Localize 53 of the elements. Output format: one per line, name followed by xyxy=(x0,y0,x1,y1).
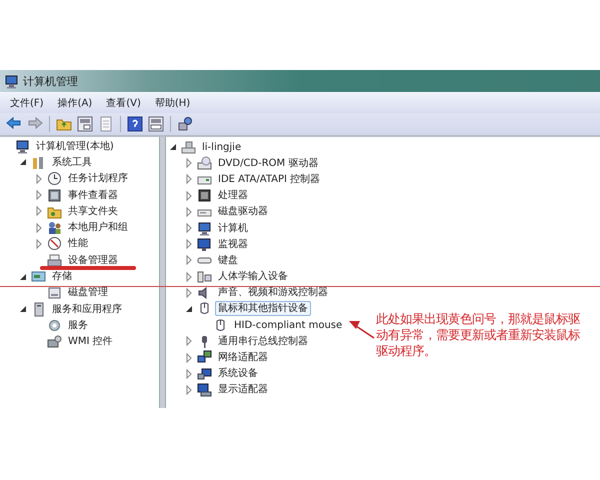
tree-item[interactable]: 键盘 xyxy=(215,252,241,268)
panel-icon[interactable] xyxy=(76,115,94,133)
monitor-icon xyxy=(197,236,212,252)
network-icon xyxy=(197,350,212,366)
tree-item[interactable]: 鼠标和其他指针设备 xyxy=(215,301,311,316)
storage-icon xyxy=(31,269,46,284)
menu-item[interactable]: 操作(A) xyxy=(58,96,92,110)
tree-item[interactable]: 处理器 xyxy=(215,188,251,204)
tree-item[interactable]: 磁盘驱动器 xyxy=(215,204,271,220)
tree-item[interactable]: 磁盘管理 xyxy=(65,285,111,300)
tree-item[interactable]: 性能 xyxy=(65,236,91,252)
tree-item[interactable]: 计算机管理(本地) xyxy=(33,138,117,154)
arrow xyxy=(347,318,375,340)
tree-item[interactable]: DVD/CD-ROM 驱动器 xyxy=(215,156,322,171)
help-icon[interactable] xyxy=(126,115,144,133)
tree-item[interactable]: 监视器 xyxy=(215,236,251,252)
menu-item[interactable]: 帮助(H) xyxy=(154,96,190,110)
tree-item[interactable]: 显示适配器 xyxy=(215,382,271,398)
system-icon xyxy=(197,366,212,382)
log-icon xyxy=(47,188,62,203)
chip-icon xyxy=(197,188,212,204)
menu-item[interactable]: 文件(F) xyxy=(10,96,44,110)
users-icon xyxy=(47,220,62,236)
input-device-icon xyxy=(197,269,212,284)
tree-item[interactable]: 声音、视频和游戏控制器 xyxy=(215,285,331,300)
tree-item[interactable]: li-lingjie xyxy=(199,140,244,155)
no-sign-icon xyxy=(47,236,62,252)
tree-item[interactable]: 计算机 xyxy=(215,220,251,236)
tree-item[interactable]: HID-compliant mouse xyxy=(231,318,346,333)
panel-icon[interactable] xyxy=(147,115,165,133)
tree-item[interactable]: 通用串行总线控制器 xyxy=(215,334,311,349)
tree-item[interactable]: IDE ATA/ATAPI 控制器 xyxy=(215,172,324,187)
tree-item[interactable]: 设备管理器 xyxy=(65,252,121,268)
tree-item[interactable]: 服务 xyxy=(65,318,91,333)
tree-item[interactable]: 存储 xyxy=(49,269,75,284)
tree-item[interactable]: 本地用户和组 xyxy=(65,220,131,236)
tree-item[interactable]: 任务计划程序 xyxy=(65,171,131,186)
tree-item[interactable]: 事件查看器 xyxy=(65,188,121,203)
tree-item[interactable]: 网络适配器 xyxy=(215,350,271,366)
menu-item[interactable]: 查看(V) xyxy=(106,96,141,110)
tree-item[interactable]: 系统设备 xyxy=(215,366,261,382)
disc-drive-icon xyxy=(197,156,212,171)
window-title: 计算机管理 xyxy=(23,74,78,88)
tree-item[interactable]: 共享文件夹 xyxy=(65,204,121,219)
tree-item[interactable]: 服务和应用程序 xyxy=(49,302,125,317)
display-adapter-icon xyxy=(197,382,212,398)
toolbox-icon xyxy=(31,154,46,170)
printer-icon xyxy=(47,252,62,268)
annotation-text: 此处如果出现黄色问号，那就是鼠标驱动有异常，需要更新或者重新安装鼠标驱动程序。 xyxy=(376,311,582,359)
tree-item[interactable]: 系统工具 xyxy=(49,154,95,170)
tree-item[interactable]: WMI 控件 xyxy=(65,334,116,350)
tree-item[interactable]: 人体学输入设备 xyxy=(215,269,291,284)
clock-icon xyxy=(47,171,62,186)
